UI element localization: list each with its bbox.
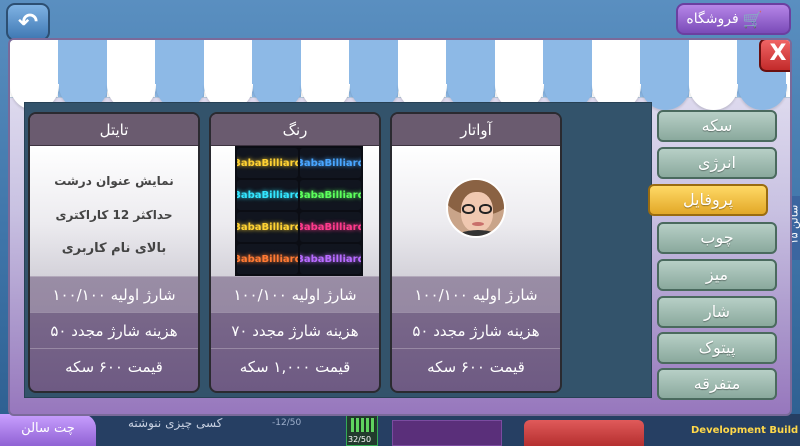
cart-icon: 🛒 xyxy=(742,9,763,29)
close-button[interactable]: X xyxy=(759,40,790,72)
card-price: قیمت ۶۰۰ سکه xyxy=(392,348,560,384)
card-charge: شارژ اولیه ۱۰۰/۱۰۰ xyxy=(392,276,560,312)
color-chip: BabaBilliard xyxy=(237,212,298,242)
awning-scallop xyxy=(737,84,787,110)
color-chip: BabaBilliard xyxy=(237,244,298,274)
back-button[interactable]: ↶ xyxy=(6,3,50,41)
card-recharge: هزینه شارژ مجدد ۵۰ xyxy=(30,312,198,348)
category-energy[interactable]: انرژی xyxy=(657,147,777,179)
card-charge: شارژ اولیه ۱۰۰/۱۰۰ xyxy=(211,276,379,312)
category-coins[interactable]: سکه xyxy=(657,110,777,142)
bottom-slot[interactable] xyxy=(392,420,502,446)
back-arrow-icon: ↶ xyxy=(17,8,39,36)
color-chip: BabaBilliard xyxy=(300,244,361,274)
card-preview: نمایش عنوان درشت حداکثر 12 کاراکتری بالا… xyxy=(30,146,198,276)
card-title-item[interactable]: تایتل نمایش عنوان درشت حداکثر 12 کاراکتر… xyxy=(28,112,200,393)
title-text: نمایش عنوان درشت حداکثر 12 کاراکتری بالا… xyxy=(30,164,198,266)
card-title: رنگ xyxy=(211,114,379,146)
category-cue[interactable]: چوب xyxy=(657,222,777,254)
dev-build-label: Development Build xyxy=(691,425,799,436)
card-title: آواتار xyxy=(392,114,560,146)
color-chip: BabaBilliard xyxy=(300,180,361,210)
awning-scallop xyxy=(689,84,738,110)
energy-bars xyxy=(351,418,375,432)
energy-meter: 32/50 xyxy=(346,414,378,446)
color-chip: BabaBilliard xyxy=(300,148,361,178)
avatar-photo xyxy=(446,178,506,238)
category-shar[interactable]: شار xyxy=(657,296,777,328)
shop-label: فروشگاه xyxy=(686,11,739,27)
meter-text: -12/50 xyxy=(272,418,302,428)
color-name-grid: BabaBilliardBabaBilliardBabaBilliardBaba… xyxy=(235,146,363,276)
card-preview xyxy=(392,146,560,276)
color-chip: BabaBilliard xyxy=(300,212,361,242)
card-recharge: هزینه شارژ مجدد ۵۰ xyxy=(392,312,560,348)
color-chip: BabaBilliard xyxy=(237,180,298,210)
title-line: حداکثر 12 کاراکتری xyxy=(55,208,173,222)
category-profile[interactable]: پروفایل xyxy=(648,184,768,216)
close-icon: X xyxy=(769,41,787,66)
card-avatar[interactable]: آواتار شارژ اولیه ۱۰۰/۱۰۰ هزینه شارژ مجد… xyxy=(390,112,562,393)
title-line: بالای نام کاربری xyxy=(61,241,167,256)
card-price: قیمت ۱,۰۰۰ سکه xyxy=(211,348,379,384)
card-charge: شارژ اولیه ۱۰۰/۱۰۰ xyxy=(30,276,198,312)
title-line: نمایش عنوان درشت xyxy=(54,174,174,188)
card-preview: BabaBilliardBabaBilliardBabaBilliardBaba… xyxy=(211,146,379,276)
shop-dialog: آواتار شارژ اولیه ۱۰۰/۱۰۰ هزینه شارژ مجد… xyxy=(8,38,792,416)
energy-text: 32/50 xyxy=(348,435,372,444)
card-recharge: هزینه شارژ مجدد ۷۰ xyxy=(211,312,379,348)
category-table[interactable]: میز xyxy=(657,259,777,291)
category-pitok[interactable]: پیتوک xyxy=(657,332,777,364)
color-chip: BabaBilliard xyxy=(237,148,298,178)
category-misc[interactable]: متفرقه xyxy=(657,368,777,400)
red-action-button[interactable] xyxy=(524,420,644,446)
card-color[interactable]: رنگ BabaBilliardBabaBilliardBabaBilliard… xyxy=(209,112,381,393)
card-title: تایتل xyxy=(30,114,198,146)
chat-room-button[interactable]: چت سالن xyxy=(0,414,96,446)
shop-button[interactable]: 🛒 فروشگاه xyxy=(676,3,791,35)
card-price: قیمت ۶۰۰ سکه xyxy=(30,348,198,384)
chat-placeholder: کسی چیزی ننوشته xyxy=(128,416,223,430)
